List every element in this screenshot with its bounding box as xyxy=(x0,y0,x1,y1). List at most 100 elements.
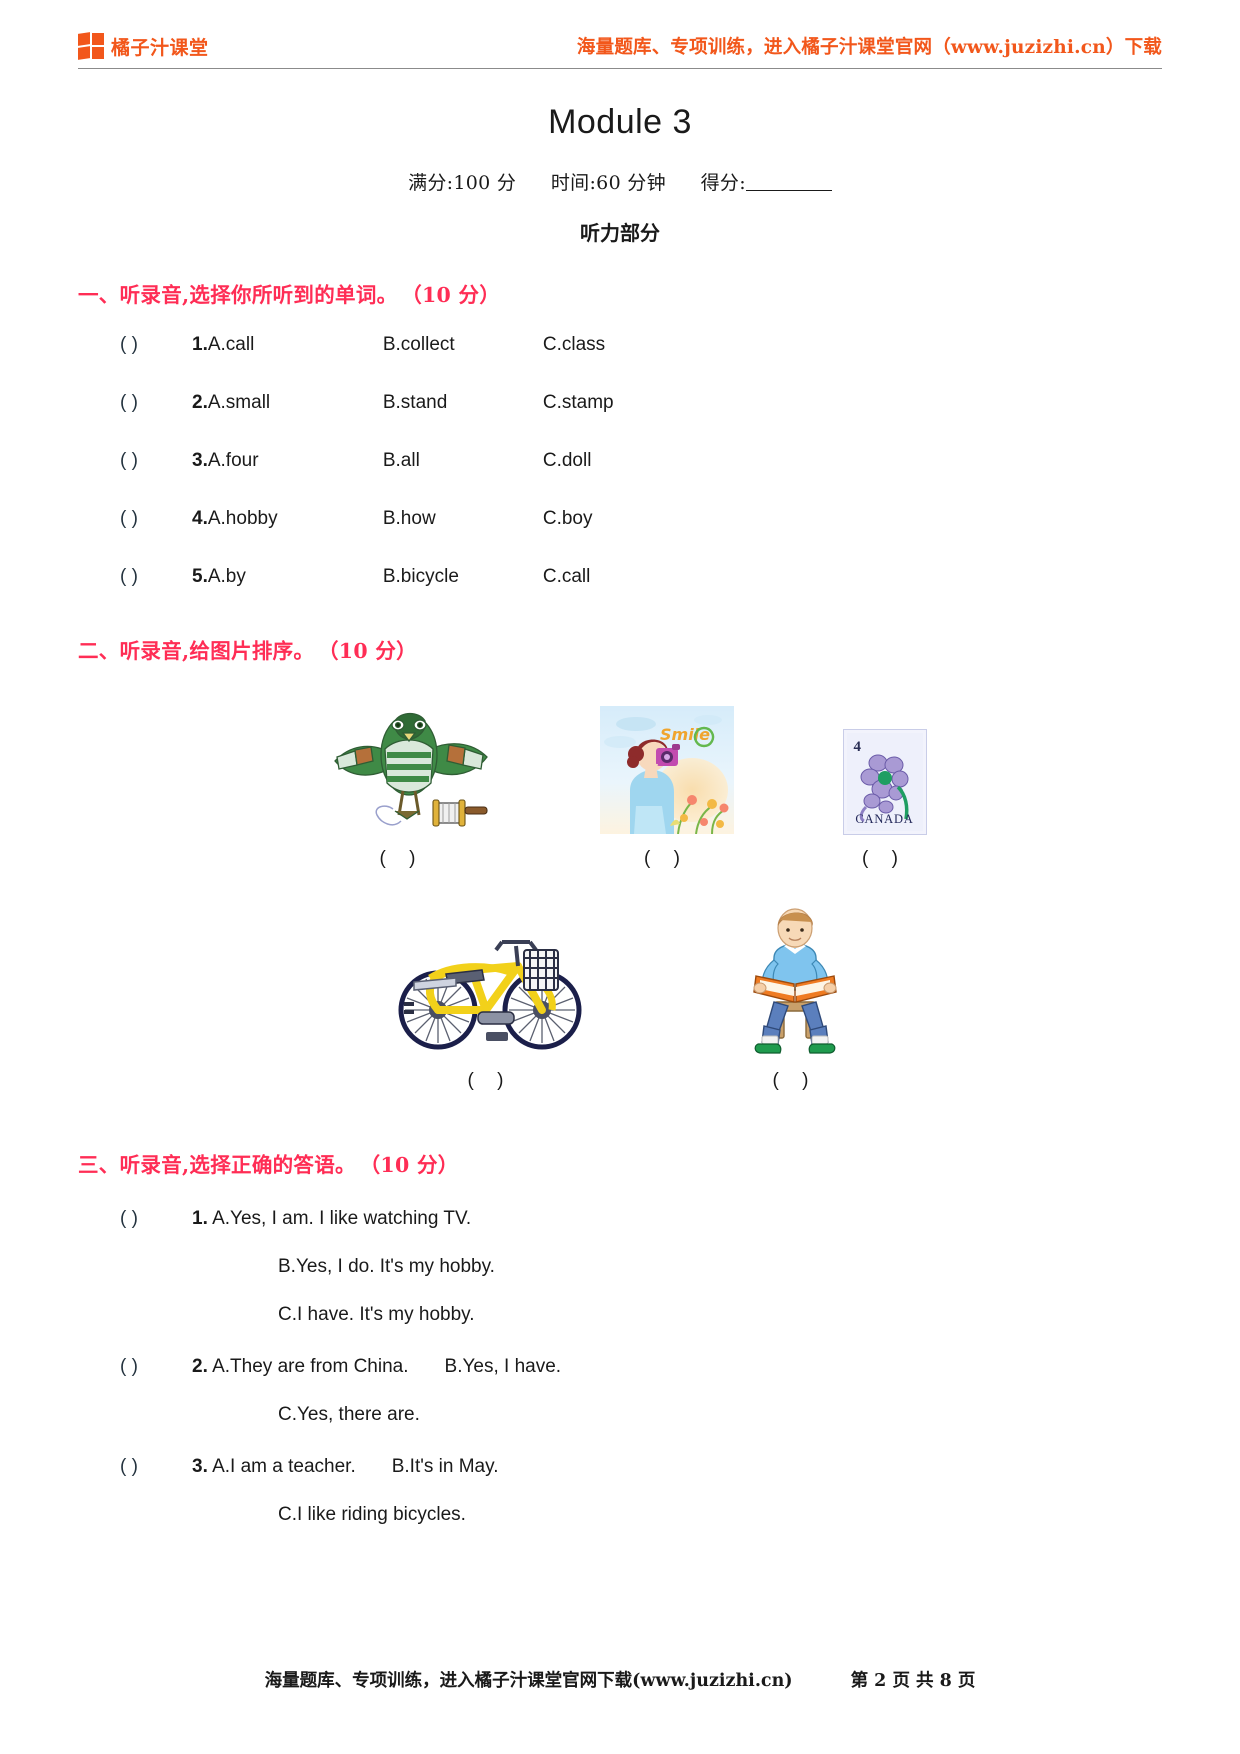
option-b[interactable]: B.bicycle xyxy=(383,566,543,588)
option-a[interactable]: A.call xyxy=(208,334,383,356)
option-c[interactable]: C.class xyxy=(543,334,605,356)
question-number: 3. xyxy=(192,450,208,471)
picture-answer-box[interactable]: ( ) xyxy=(740,1070,850,1092)
kite-icon xyxy=(333,712,488,827)
picture-row-one: ( ) Smile () 4 CANADA () xyxy=(78,694,1162,870)
stamp-country-label: CANADA xyxy=(855,812,914,826)
option-c[interactable]: C.stamp xyxy=(543,392,614,414)
option-b[interactable]: B.collect xyxy=(383,334,543,356)
option-a[interactable]: A.Yes, I am. I like watching TV. xyxy=(212,1208,471,1229)
section-three-score: （10 分） xyxy=(369,1153,459,1177)
worksheet-page: 橘子汁课堂 海量题库、专项训练，进入橘子汁课堂官网（www.juzizhi.cn… xyxy=(0,0,1240,1754)
answer-bracket[interactable]: ( ) xyxy=(120,334,192,356)
question-number: 1. xyxy=(192,334,208,355)
page-header: 橘子汁课堂 海量题库、专项训练，进入橘子汁课堂官网（www.juzizhi.cn… xyxy=(78,0,1162,62)
section-two-heading-text: 二、听录音,给图片排序。 xyxy=(78,639,315,663)
question-row: ( ) 3. A.four B.all C.doll xyxy=(120,450,1162,472)
section-one-question-list: ( ) 1. A.call B.collect C.class ( ) 2. A… xyxy=(78,334,1162,588)
answer-bracket[interactable]: ( ) xyxy=(120,1456,192,1478)
score-line: 满分:100 分 时间:60 分钟 得分: xyxy=(78,168,1162,195)
response-question-row: ( ) 3. A.I am a teacher. B.It's in May. xyxy=(120,1456,1162,1478)
brand-name: 橘子汁课堂 xyxy=(111,36,209,59)
footer-promo: 海量题库、专项训练，进入橘子汁课堂官网下载(www.juzizhi.cn) xyxy=(264,1671,793,1691)
kite-illustration-frame xyxy=(315,694,490,834)
option-a[interactable]: A.I am a teacher. xyxy=(212,1456,356,1477)
photo-card-frame: Smile xyxy=(599,694,734,834)
canada-stamp-icon: 4 CANADA xyxy=(842,729,927,835)
response-question-row: ( ) 2. A.They are from China. B.Yes, I hav… xyxy=(120,1356,1162,1378)
option-c[interactable]: C.I have. It's my hobby. xyxy=(278,1304,1162,1326)
bicycle-frame xyxy=(390,896,590,1056)
header-divider xyxy=(78,68,1162,69)
option-c[interactable]: C.I like riding bicycles. xyxy=(278,1504,1162,1526)
option-b[interactable]: B.all xyxy=(383,450,543,472)
option-b[interactable]: B.Yes, I do. It's my hobby. xyxy=(278,1256,1162,1278)
option-c[interactable]: C.Yes, there are. xyxy=(278,1404,1162,1426)
section-three: 三、听录音,选择正确的答语。 （10 分） ( ) 1. A.Yes, I am. … xyxy=(78,1148,1162,1526)
header-promo-text: 海量题库、专项训练，进入橘子汁课堂官网（www.juzizhi.cn）下载 xyxy=(576,37,1162,58)
score-label: 得分: xyxy=(700,172,746,194)
question-row: ( ) 5. A.by B.bicycle C.call xyxy=(120,566,1162,588)
option-c[interactable]: C.call xyxy=(543,566,591,588)
reading-boy-frame xyxy=(740,896,850,1056)
part-title: 听力部分 xyxy=(580,221,660,245)
option-a[interactable]: A.hobby xyxy=(208,508,383,530)
question-number: 3. xyxy=(192,1456,208,1477)
option-a[interactable]: A.They are from China. xyxy=(212,1356,408,1377)
question-number: 2. xyxy=(192,392,208,413)
question-row: ( ) 4. A.hobby B.how C.boy xyxy=(120,508,1162,530)
section-one-score: （10 分） xyxy=(411,283,501,307)
answer-bracket[interactable]: ( ) xyxy=(120,508,192,530)
question-number: 5. xyxy=(192,566,208,587)
option-a[interactable]: A.four xyxy=(208,450,383,472)
option-b[interactable]: B.Yes, I have. xyxy=(445,1356,562,1377)
boy-reading-book-icon xyxy=(753,908,837,1054)
question-number: 1. xyxy=(192,1208,208,1229)
section-two: 二、听录音,给图片排序。 （10 分） () Smile () 4 CANA… xyxy=(78,634,1162,1092)
picture-row-two: ( ) () xyxy=(78,896,1162,1092)
brand-logo: 橘子汁课堂 xyxy=(78,32,209,60)
section-three-heading-text: 三、听录音,选择正确的答语。 xyxy=(78,1153,356,1177)
answer-bracket[interactable]: ( ) xyxy=(120,1208,192,1230)
section-one: 一、听录音,选择你所听到的单词。 （10 分） ( ) 1. A.call B.c… xyxy=(78,278,1162,588)
question-row: ( ) 1. A.call B.collect C.class xyxy=(120,334,1162,356)
stamp-frame: 4 CANADA xyxy=(842,694,927,835)
footer-page-info: 第 2 页 共 8 页 xyxy=(850,1671,976,1691)
option-c[interactable]: C.boy xyxy=(543,508,593,530)
score-blank-field[interactable] xyxy=(745,177,832,191)
option-b[interactable]: B.how xyxy=(383,508,543,530)
option-c[interactable]: C.doll xyxy=(543,450,592,472)
answer-bracket[interactable]: ( ) xyxy=(120,1356,192,1378)
page-footer: 海量题库、专项训练，进入橘子汁课堂官网下载(www.juzizhi.cn) 第 … xyxy=(78,1667,1162,1692)
section-two-heading: 二、听录音,给图片排序。 （10 分） xyxy=(78,634,1162,664)
time-limit-label: 时间:60 分钟 xyxy=(550,172,666,194)
juzizhi-logo-icon xyxy=(78,32,104,60)
option-b[interactable]: B.It's in May. xyxy=(392,1456,499,1477)
option-b[interactable]: B.stand xyxy=(383,392,543,414)
stamp-denomination: 4 xyxy=(853,739,862,755)
picture-cell: ( ) xyxy=(315,694,490,870)
question-number: 4. xyxy=(192,508,208,529)
full-marks-label: 满分:100 分 xyxy=(408,172,517,194)
answer-bracket[interactable]: ( ) xyxy=(120,392,192,414)
answer-bracket[interactable]: ( ) xyxy=(120,566,192,588)
answer-bracket[interactable]: ( ) xyxy=(120,450,192,472)
option-a[interactable]: A.small xyxy=(208,392,383,414)
picture-cell: ( ) xyxy=(390,896,590,1092)
picture-cell: ( ) xyxy=(740,896,850,1092)
section-one-heading-text: 一、听录音,选择你所听到的单词。 xyxy=(78,283,398,307)
question-row: ( ) 2. A.small B.stand C.stamp xyxy=(120,392,1162,414)
yellow-bicycle-icon xyxy=(398,940,582,1050)
picture-answer-box[interactable]: ( ) xyxy=(844,848,926,870)
picture-cell: 4 CANADA () xyxy=(842,694,927,870)
picture-answer-box[interactable]: ( ) xyxy=(600,848,734,870)
option-a[interactable]: A.by xyxy=(208,566,383,588)
question-number: 2. xyxy=(192,1356,208,1377)
section-one-heading: 一、听录音,选择你所听到的单词。 （10 分） xyxy=(78,278,1162,308)
section-two-score: （10 分） xyxy=(328,639,417,663)
picture-answer-box[interactable]: ( ) xyxy=(315,848,490,870)
picture-cell: Smile () xyxy=(599,694,734,870)
picture-answer-box[interactable]: ( ) xyxy=(390,1070,590,1092)
response-question-row: ( ) 1. A.Yes, I am. I like watching TV. xyxy=(120,1208,1162,1230)
section-three-heading: 三、听录音,选择正确的答语。 （10 分） xyxy=(78,1148,1162,1178)
